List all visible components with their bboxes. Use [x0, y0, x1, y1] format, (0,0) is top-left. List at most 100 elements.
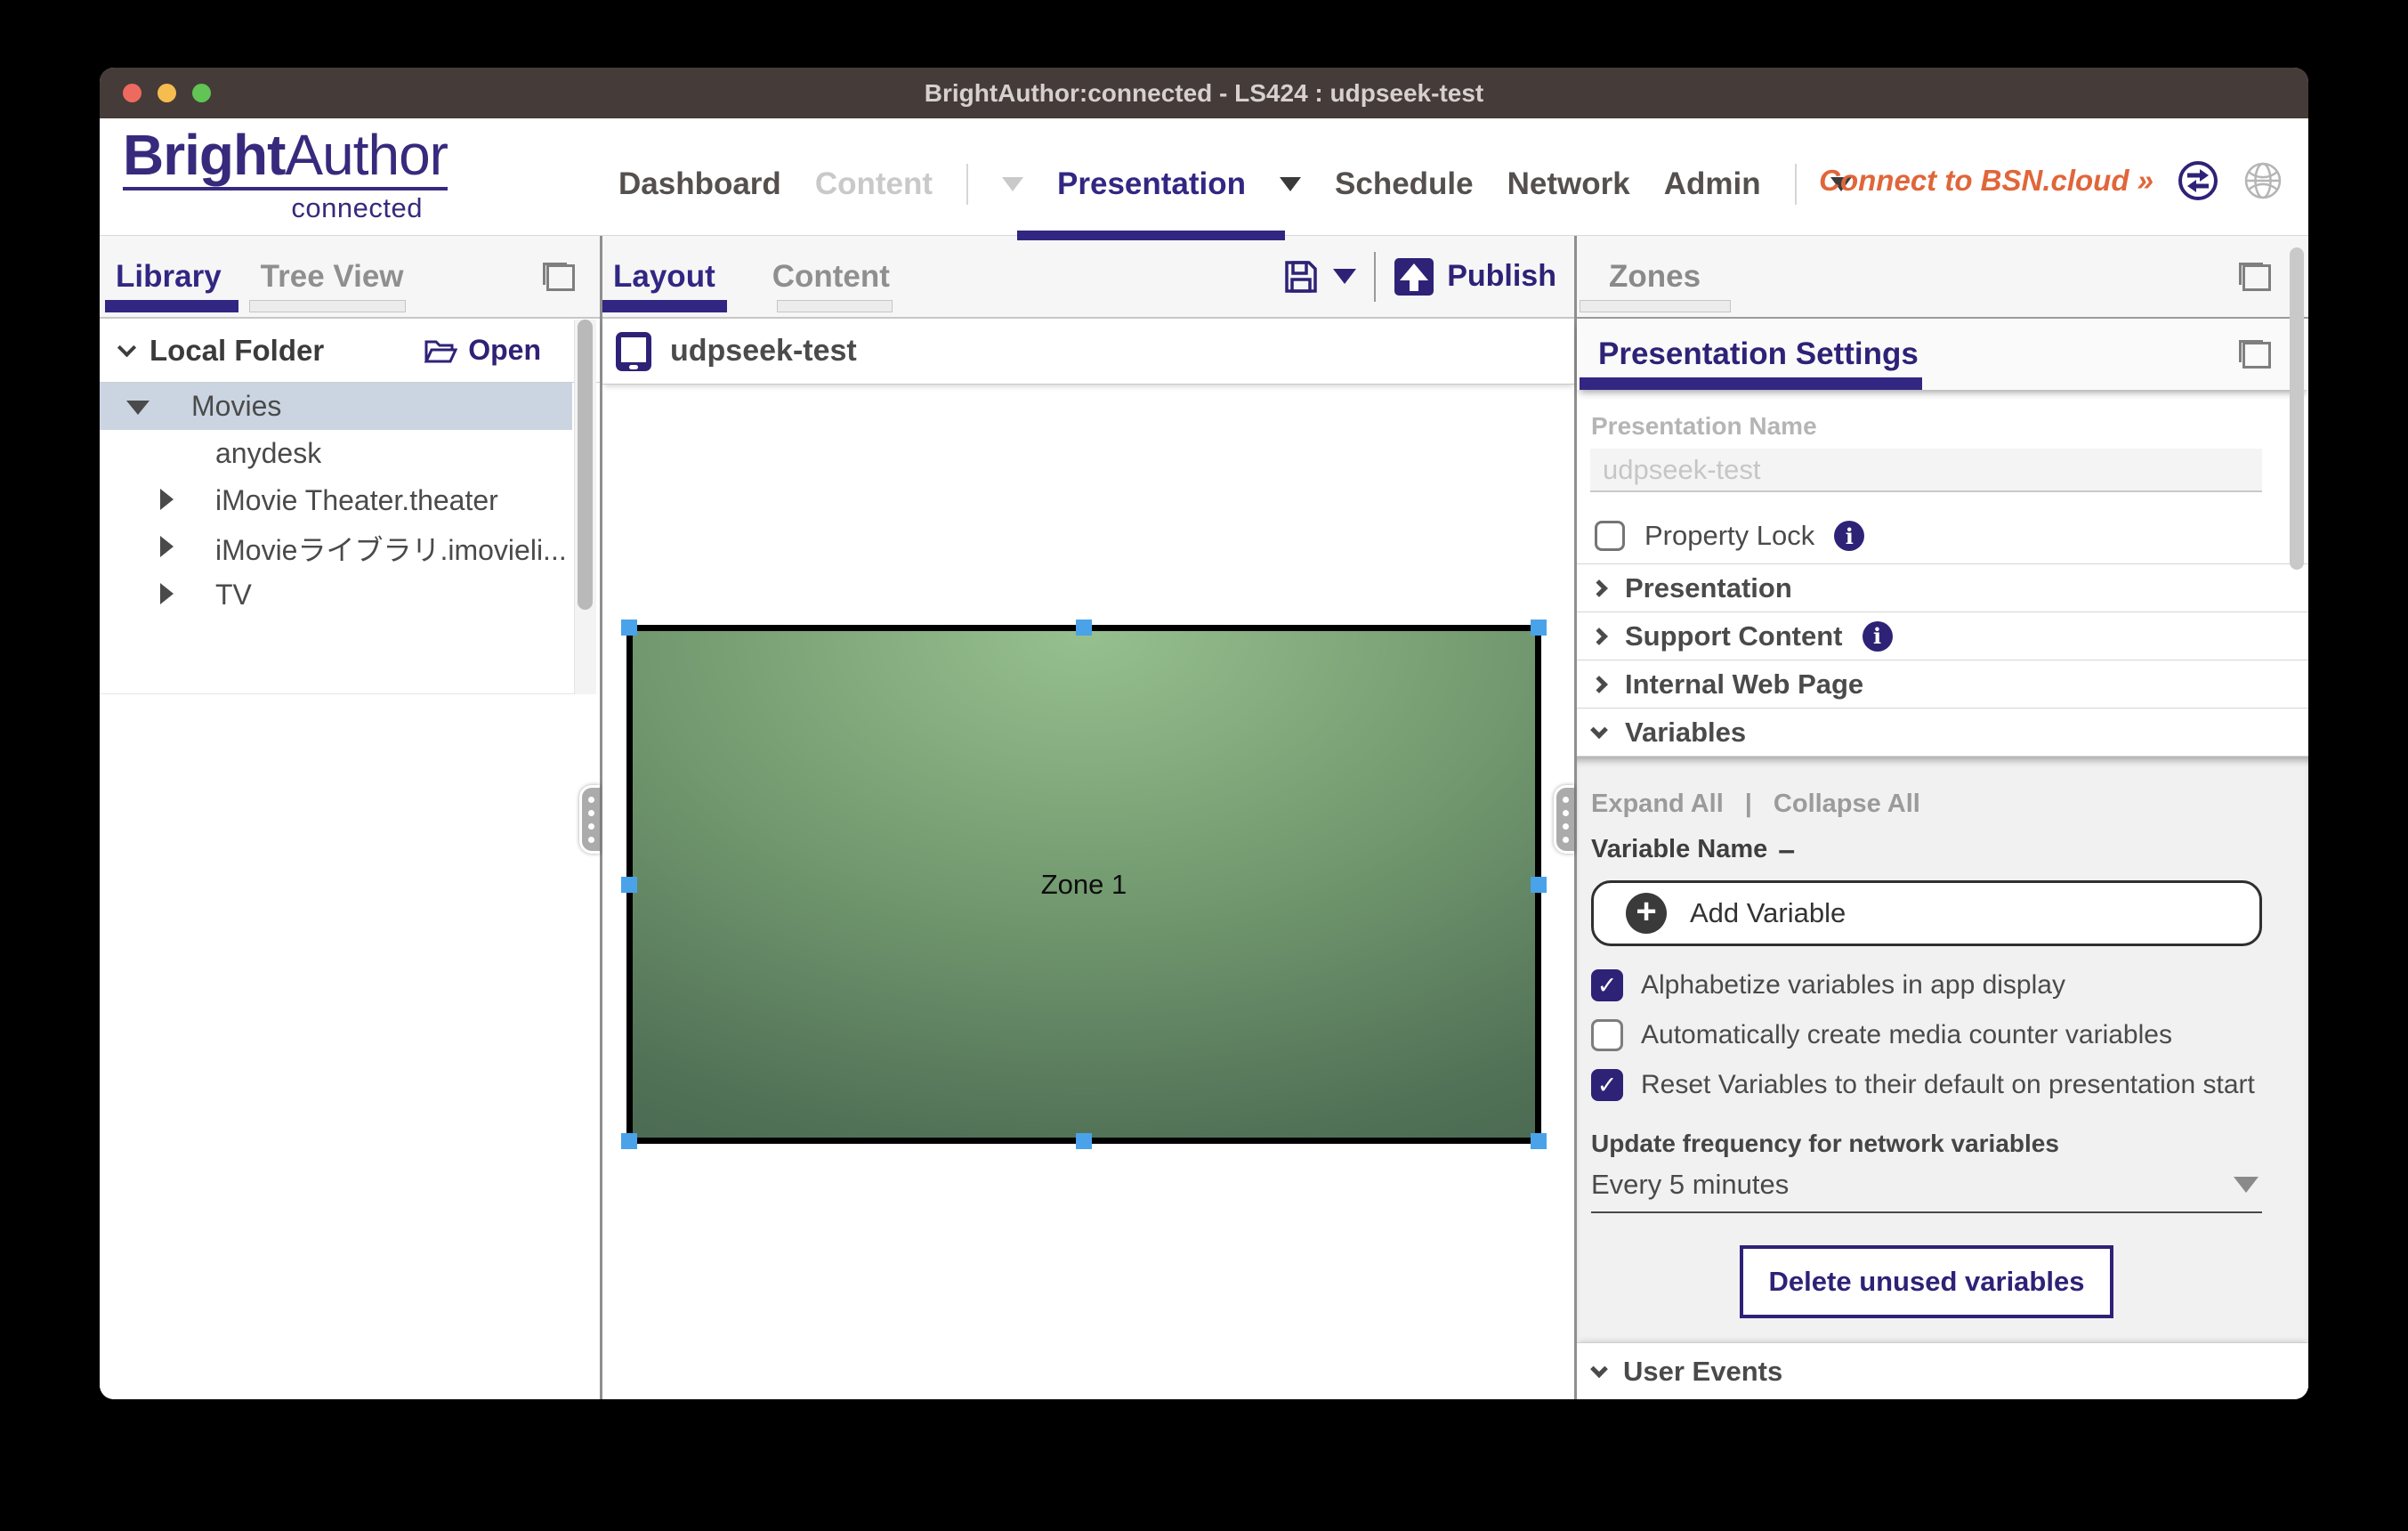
- resize-handle-bottom-right[interactable]: [1531, 1133, 1547, 1149]
- chevron-right-icon: [1590, 676, 1608, 693]
- reset-variables-checkbox[interactable]: ✓: [1591, 1069, 1623, 1101]
- zoom-icon[interactable]: [192, 84, 211, 102]
- open-button[interactable]: Open: [424, 334, 541, 367]
- expand-arrow-icon[interactable]: [160, 536, 174, 557]
- media-tree: Movies anydesk iMovie Theater.theater iM…: [100, 383, 596, 694]
- section-support-content[interactable]: Support Content i: [1577, 612, 2308, 660]
- tab-content[interactable]: Content: [772, 259, 890, 295]
- nav-item-admin[interactable]: Admin: [1664, 166, 1761, 202]
- resize-handle-middle-right[interactable]: [1531, 877, 1547, 893]
- collapse-arrow-icon[interactable]: [126, 401, 149, 415]
- section-internal-web-page[interactable]: Internal Web Page: [1577, 660, 2308, 709]
- panel-toggle-icon[interactable]: [2239, 263, 2271, 291]
- panel-toggle-icon[interactable]: [2239, 340, 2271, 369]
- chevron-down-icon: [1590, 1360, 1608, 1378]
- add-variable-button[interactable]: + Add Variable: [1591, 880, 2262, 946]
- expand-collapse-separator: |: [1745, 790, 1752, 817]
- variable-name-label: Variable Name: [1591, 837, 1767, 863]
- resize-handle-bottom-middle[interactable]: [1076, 1133, 1092, 1149]
- publish-icon[interactable]: [1394, 257, 1434, 296]
- transfer-icon[interactable]: [2177, 159, 2219, 202]
- collapse-minus-icon[interactable]: –: [1778, 841, 1795, 859]
- layout-tab-underline: [602, 300, 727, 312]
- presentation-doc-row: udpseek-test: [602, 319, 1574, 385]
- display-icon: [615, 330, 652, 373]
- tab-layout[interactable]: Layout: [613, 259, 715, 295]
- expand-all-link[interactable]: Expand All: [1591, 790, 1724, 817]
- section-variables[interactable]: Variables: [1577, 709, 2308, 757]
- presentation-dropdown-caret-icon[interactable]: [1280, 177, 1301, 191]
- tree-item-movies[interactable]: Movies: [100, 383, 572, 430]
- connect-bsn-link[interactable]: Connect to BSN.cloud »: [1819, 164, 2153, 198]
- section-presentation[interactable]: Presentation: [1577, 564, 2308, 612]
- app-window: BrightAuthor:connected - LS424 : udpseek…: [100, 68, 2308, 1399]
- expand-arrow-icon[interactable]: [160, 583, 174, 604]
- zone-1[interactable]: Zone 1: [626, 625, 1541, 1144]
- resize-handle-top-left[interactable]: [621, 620, 637, 636]
- resize-handle-middle-left[interactable]: [621, 877, 637, 893]
- publish-button[interactable]: Publish: [1447, 259, 1556, 294]
- local-folder-row: Local Folder Open: [100, 319, 600, 383]
- delete-unused-variables-button[interactable]: Delete unused variables: [1740, 1245, 2113, 1318]
- presentation-toolbar: Publish: [1281, 252, 1556, 302]
- resize-handle-bottom-left[interactable]: [621, 1133, 637, 1149]
- nav-separator: [1795, 164, 1797, 205]
- tree-item-tv[interactable]: TV: [100, 571, 572, 619]
- save-icon[interactable]: [1281, 257, 1321, 296]
- logo-light: Author: [285, 123, 448, 187]
- nav-item-schedule[interactable]: Schedule: [1335, 166, 1474, 202]
- resize-handle-top-middle[interactable]: [1076, 620, 1092, 636]
- zones-tab-row: Zones: [1577, 236, 2308, 319]
- content-tab-underline: [777, 300, 893, 312]
- nav-item-presentation[interactable]: Presentation: [1057, 166, 1246, 202]
- property-lock-checkbox[interactable]: [1595, 521, 1625, 551]
- update-frequency-select[interactable]: Every 5 minutes: [1591, 1169, 2262, 1213]
- left-splitter-handle[interactable]: [579, 785, 600, 854]
- panel-toggle-icon[interactable]: [543, 263, 575, 291]
- expand-collapse-controls: Expand All | Collapse All: [1591, 790, 2262, 817]
- expand-arrow-icon[interactable]: [160, 489, 174, 510]
- info-icon[interactable]: i: [1863, 621, 1893, 652]
- layout-tab-row: Layout Content: [602, 236, 1574, 319]
- library-panel: Library Tree View Local Folder Open: [100, 236, 600, 1399]
- tab-library[interactable]: Library: [116, 259, 222, 295]
- property-lock-row: Property Lock i: [1595, 519, 2308, 553]
- layout-canvas[interactable]: Zone 1: [602, 385, 1574, 1399]
- settings-panel: Zones Presentation Settings Presentation…: [1577, 236, 2308, 1399]
- chevron-down-icon[interactable]: [117, 338, 136, 357]
- active-nav-underline: [1017, 231, 1285, 240]
- local-folder-label: Local Folder: [149, 334, 324, 368]
- alphabetize-variables-checkbox[interactable]: ✓: [1591, 969, 1623, 1001]
- minimize-icon[interactable]: [158, 84, 176, 102]
- globe-icon[interactable]: [2242, 160, 2283, 201]
- tree-item-imovie-library[interactable]: iMovieライブラリ.imovieli...: [100, 524, 572, 571]
- info-icon[interactable]: i: [1834, 521, 1864, 551]
- tree-item-anydesk[interactable]: anydesk: [100, 430, 572, 477]
- settings-scrollbar-thumb[interactable]: [2290, 247, 2304, 570]
- tab-tree-view[interactable]: Tree View: [261, 259, 404, 295]
- titlebar[interactable]: BrightAuthor:connected - LS424 : udpseek…: [100, 68, 2308, 118]
- nav-item-content[interactable]: Content: [815, 166, 933, 202]
- media-counter-variables-checkbox[interactable]: ✓: [1591, 1019, 1623, 1051]
- right-splitter-handle[interactable]: [1554, 785, 1574, 854]
- resize-handle-top-right[interactable]: [1531, 620, 1547, 636]
- settings-header-underline: [1580, 377, 1922, 390]
- app-logo: BrightAuthor connected: [123, 126, 448, 224]
- presentation-name-input[interactable]: udpseek-test: [1590, 449, 2262, 492]
- library-scrollbar-thumb[interactable]: [578, 320, 593, 610]
- media-counter-variables-row: ✓ Automatically create media counter var…: [1591, 1019, 2262, 1051]
- tab-zones[interactable]: Zones: [1609, 259, 1701, 295]
- variable-name-row: Variable Name –: [1591, 837, 2262, 863]
- save-options-caret-icon[interactable]: [1333, 269, 1356, 284]
- presentation-settings-header: Presentation Settings: [1577, 319, 2308, 390]
- presentation-name-label: Presentation Name: [1591, 413, 2308, 440]
- nav-item-network[interactable]: Network: [1507, 166, 1630, 202]
- presentation-settings-title: Presentation Settings: [1598, 336, 1919, 372]
- collapse-all-link[interactable]: Collapse All: [1774, 790, 1920, 817]
- tree-item-imovie-theater[interactable]: iMovie Theater.theater: [100, 477, 572, 524]
- nav-item-dashboard[interactable]: Dashboard: [618, 166, 781, 202]
- content-dropdown-caret-icon[interactable]: [1002, 177, 1023, 191]
- zone-1-label: Zone 1: [633, 869, 1535, 901]
- close-icon[interactable]: [123, 84, 141, 102]
- section-user-events[interactable]: User Events: [1577, 1342, 2308, 1399]
